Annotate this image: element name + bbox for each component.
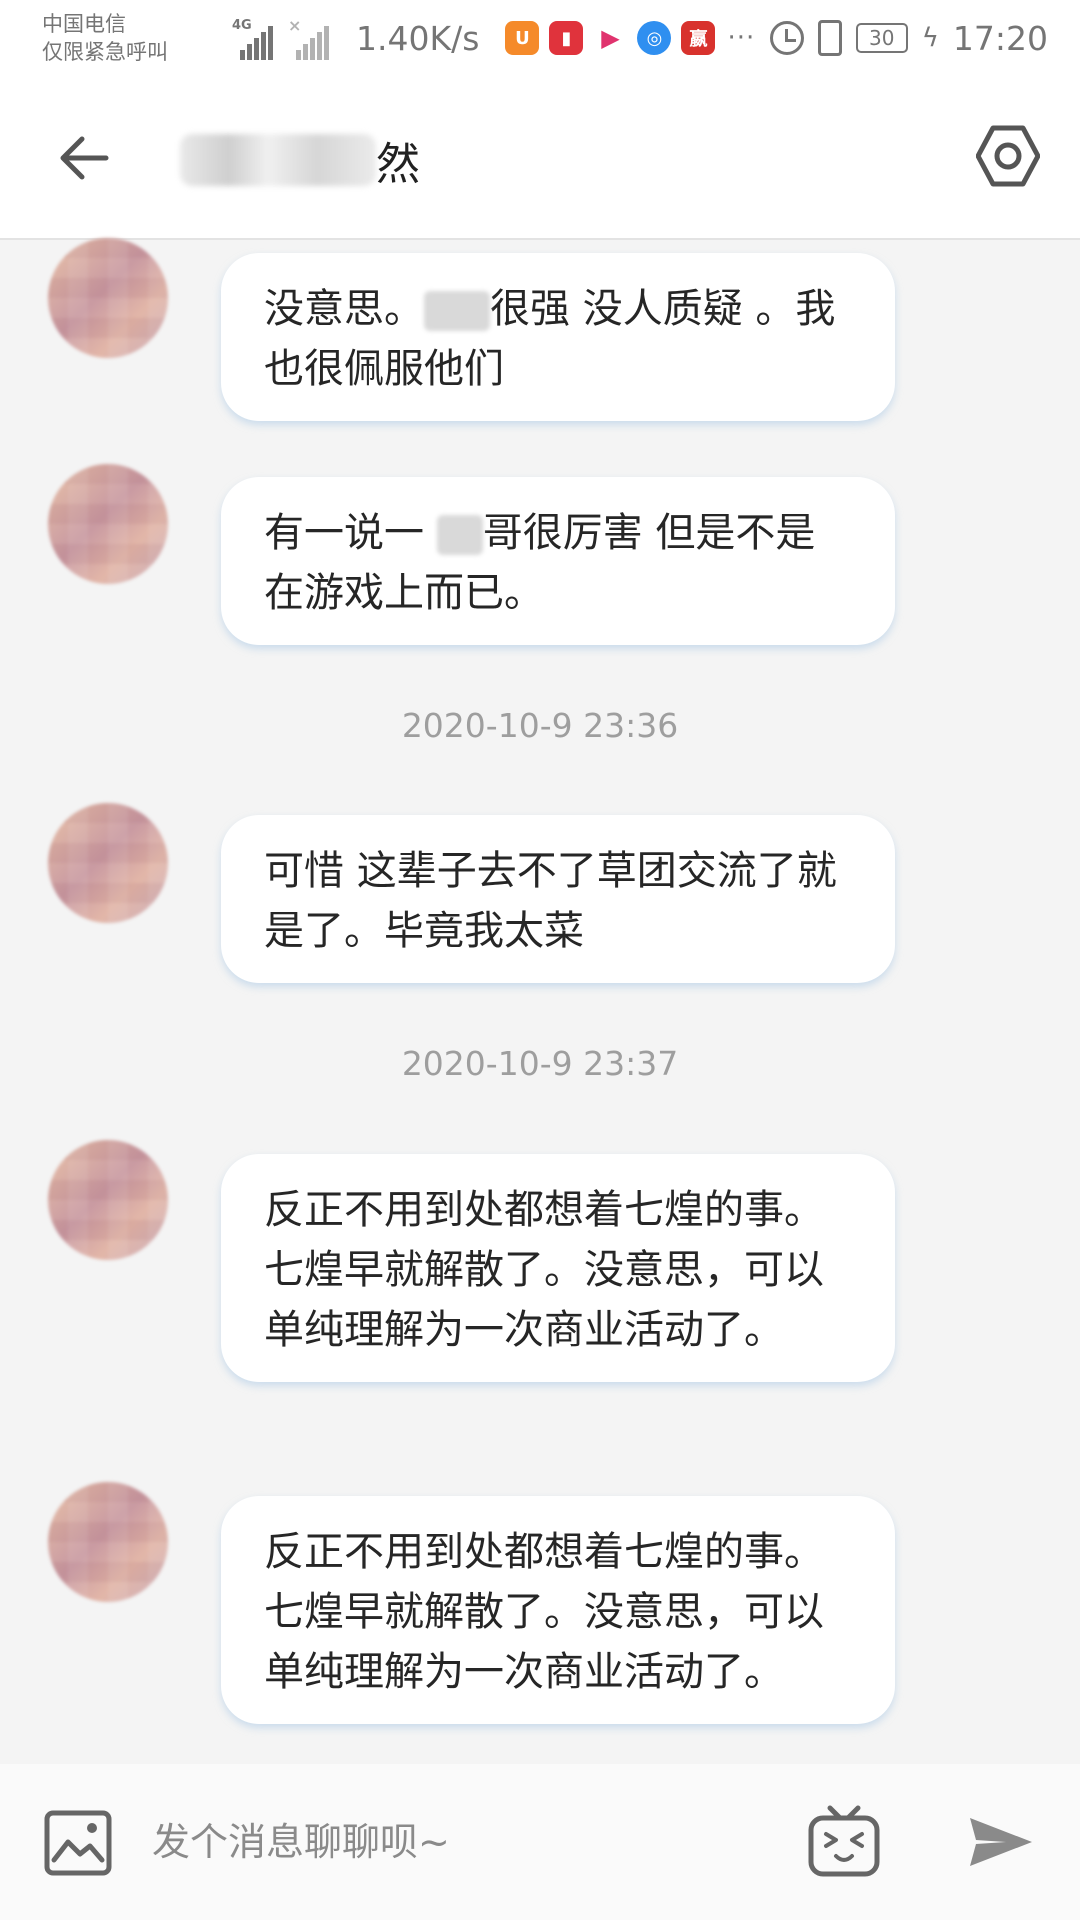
message-bubble[interactable]: 有一说一 哥很厉害 但是不是在游戏上而已。 [221,477,895,645]
signal-indicators: 4G × [232,16,330,60]
news-app-icon: 嬴 [681,21,716,55]
message-bubble[interactable]: 没意思。 很强 没人质疑 。我也很佩服他们 [221,253,895,421]
message-text: 有一说一 [264,510,437,556]
clock: 17:20 [952,18,1048,58]
message-text: 可惜 这辈子去不了草团交流了就是了。毕竟我太菜 [264,848,837,954]
tv-emoji-icon[interactable] [808,1804,880,1878]
carrier-status: 仅限紧急呼叫 [42,40,168,64]
signal-no-service-icon: × [288,16,330,60]
browser-icon: ◎ [637,21,672,55]
message-bubble[interactable]: 可惜 这辈子去不了草团交流了就是了。毕竟我太菜 [221,815,895,983]
send-icon[interactable] [968,1814,1034,1870]
image-icon[interactable] [44,1810,112,1876]
alarm-icon [769,21,804,55]
message-bubble[interactable]: 反正不用到处都想着七煌的事。七煌早就解散了。没意思，可以单纯理解为一次商业活动了… [221,1496,895,1724]
signal-4g-icon: 4G [232,18,274,60]
hexagon-settings-icon[interactable] [976,124,1040,188]
carrier-info: 中国电信 仅限紧急呼叫 [42,10,182,66]
timestamp: 2020-10-9 23:37 [401,1044,679,1083]
chat-header: 然 [0,76,1080,240]
youku-icon: ▶ [593,21,628,55]
charging-icon: ϟ [921,23,939,53]
message-text: 没意思。 [264,286,424,332]
arrow-left-icon[interactable] [56,130,112,186]
carrier-name: 中国电信 [42,12,126,36]
uc-browser-icon: U [505,21,540,55]
net-speed: 1.40K/s [356,18,480,58]
message-bubble[interactable]: 反正不用到处都想着七煌的事。七煌早就解散了。没意思，可以单纯理解为一次商业活动了… [221,1154,895,1382]
status-bar: 中国电信 仅限紧急呼叫 4G × 1.40K/s U ▮ ▶ ◎ 嬴 ··· 3… [0,0,1080,76]
redacted-text [424,291,490,331]
more-notifications-icon: ··· [727,23,756,53]
notification-icons: U ▮ ▶ ◎ 嬴 [505,21,716,55]
battery-level: 30 [869,26,895,50]
avatar[interactable] [48,1482,168,1602]
message-input[interactable] [152,1802,792,1882]
redacted-text [436,515,483,555]
battery-icon: 30 [855,23,908,53]
vibrate-icon [817,20,842,56]
avatar[interactable] [48,1140,168,1260]
network-tag: 4G [232,18,252,33]
chat-title: 然 [376,139,420,190]
redacted-name [180,134,376,186]
message-input-bar [0,1764,1080,1920]
message-text: 反正不用到处都想着七煌的事。七煌早就解散了。没意思，可以单纯理解为一次商业活动了… [264,1529,824,1695]
message-text: 反正不用到处都想着七煌的事。七煌早就解散了。没意思，可以单纯理解为一次商业活动了… [264,1187,824,1353]
avatar[interactable] [48,464,168,584]
timestamp: 2020-10-9 23:36 [401,706,679,745]
avatar[interactable] [48,238,168,358]
avatar[interactable] [48,803,168,923]
book-app-icon: ▮ [549,21,584,55]
